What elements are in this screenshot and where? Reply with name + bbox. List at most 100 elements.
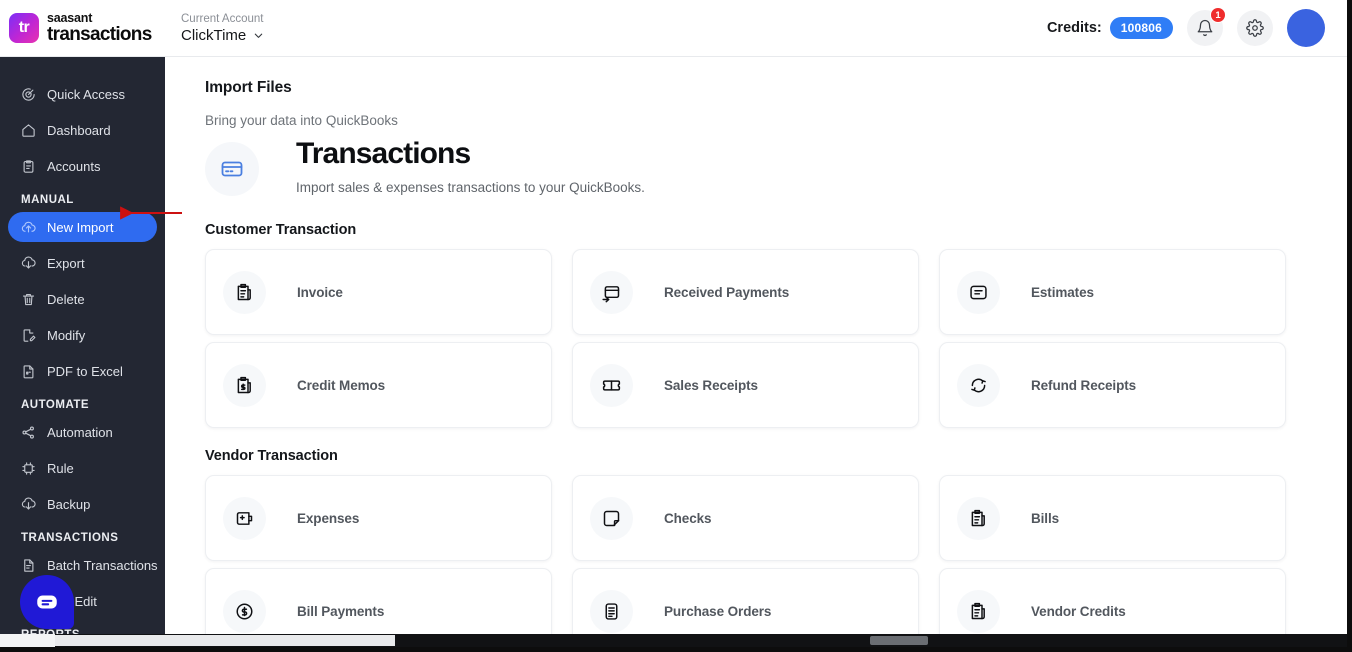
brand-name-line1: saasant [47, 10, 93, 25]
brand-logo[interactable]: tr saasant transactions [0, 12, 172, 45]
card-bills[interactable]: Bills [939, 475, 1286, 561]
credit-card-icon [221, 161, 243, 177]
current-account-selector[interactable]: Current Account ClickTime [181, 12, 264, 44]
sidebar-item-export[interactable]: Export [8, 248, 157, 278]
card-expenses[interactable]: Expenses [205, 475, 552, 561]
home-icon [22, 123, 35, 137]
bill-clipboard-icon [957, 496, 1000, 540]
sidebar-item-accounts[interactable]: Accounts [8, 151, 157, 181]
sidebar-label: Delete [47, 291, 85, 307]
brand-name-line2: transactions [47, 24, 152, 46]
sidebar-label: Backup [47, 496, 91, 512]
ticket-icon [590, 363, 633, 407]
credit-memo-icon [223, 363, 266, 407]
header-actions: Credits: 100806 1 [1047, 7, 1347, 47]
sidebar-label: New Import [47, 219, 114, 235]
sidebar-item-delete[interactable]: Delete [8, 284, 157, 314]
download-cloud-icon [21, 255, 36, 269]
card-label: Bills [1031, 510, 1060, 526]
card-label: Estimates [1031, 284, 1094, 300]
sidebar-item-quick-access[interactable]: Quick Access [8, 79, 157, 109]
scrollbar-left-cap [0, 634, 55, 647]
sidebar-label: Modify [47, 327, 86, 343]
estimate-doc-icon [957, 270, 1000, 314]
sidebar-label: Rule [47, 460, 74, 476]
payment-card-icon [590, 270, 633, 314]
card-label: Bill Payments [297, 603, 385, 619]
card-label: Vendor Credits [1031, 603, 1126, 619]
clipboard-icon [23, 159, 34, 173]
notifications-button[interactable]: 1 [1187, 7, 1226, 46]
sidebar-item-modify[interactable]: Modify [8, 320, 157, 350]
card-credit-memos[interactable]: Credit Memos [205, 342, 552, 428]
sidebar-section-automate: AUTOMATE [21, 399, 90, 411]
current-account-label: Current Account [181, 13, 264, 25]
section-title-customer: Customer Transaction [205, 222, 357, 238]
sidebar-item-new-import[interactable]: New Import [8, 212, 157, 242]
settings-button[interactable] [1237, 10, 1273, 46]
vendor-credit-icon [957, 589, 1000, 633]
hero-icon-wrap [205, 142, 259, 196]
sidebar-item-backup[interactable]: Backup [8, 489, 157, 519]
backup-cloud-icon [21, 496, 36, 510]
sidebar-item-batch-transactions[interactable]: Batch Transactions [8, 550, 158, 580]
card-label: Sales Receipts [664, 377, 758, 393]
brand-wordmark: saasant transactions [47, 12, 152, 45]
user-avatar[interactable] [1287, 9, 1325, 47]
card-label: Invoice [297, 284, 343, 300]
scrollbar-track[interactable] [55, 635, 395, 646]
purchase-doc-icon [590, 589, 633, 633]
wallet-plus-icon [223, 496, 266, 540]
pdf-file-icon [23, 364, 34, 378]
card-label: Checks [664, 510, 712, 526]
hero-description: Import sales & expenses transactions to … [296, 180, 645, 195]
card-label: Expenses [297, 510, 360, 526]
trash-icon [22, 293, 35, 305]
horizontal-scrollbar[interactable] [0, 634, 1347, 647]
card-sales-receipts[interactable]: Sales Receipts [572, 342, 919, 428]
card-label: Received Payments [664, 284, 790, 300]
hero-title: Transactions [296, 137, 471, 170]
sidebar-nav: Quick Access Dashboard Accounts MANUAL N… [0, 57, 165, 652]
card-refund-receipts[interactable]: Refund Receipts [939, 342, 1286, 428]
bell-icon [1197, 19, 1213, 37]
sidebar-label: Accounts [47, 158, 101, 174]
card-checks[interactable]: Checks [572, 475, 919, 561]
current-account-name: ClickTime [181, 27, 247, 44]
notification-count-badge: 1 [1210, 7, 1226, 23]
page-subtitle: Bring your data into QuickBooks [205, 113, 398, 128]
file-edit-icon [23, 328, 36, 342]
card-estimates[interactable]: Estimates [939, 249, 1286, 335]
vendor-transaction-grid: Expenses Checks Bills Bill Payments Purc… [205, 475, 1347, 647]
sidebar-label: Quick Access [47, 86, 126, 102]
hero-banner: Transactions Import sales & expenses tra… [205, 136, 1347, 196]
sidebar-item-dashboard[interactable]: Dashboard [8, 115, 157, 145]
credits-count-badge[interactable]: 100806 [1109, 17, 1173, 39]
main-content: Import Files Bring your data into QuickB… [166, 57, 1347, 647]
sidebar-label: Automation [47, 424, 113, 440]
invoice-clipboard-icon [223, 270, 266, 314]
sidebar-section-manual: MANUAL [21, 194, 74, 206]
sidebar-label: PDF to Excel [47, 363, 123, 379]
chevron-down-icon[interactable] [253, 30, 264, 41]
saasant-logo-icon: tr [9, 13, 39, 43]
card-invoice[interactable]: Invoice [205, 249, 552, 335]
card-label: Refund Receipts [1031, 377, 1137, 393]
card-label: Purchase Orders [664, 603, 772, 619]
target-icon [22, 87, 35, 101]
sidebar-item-reports[interactable]: Reports [8, 647, 157, 652]
scrollbar-thumb[interactable] [870, 636, 928, 645]
sidebar-item-automation[interactable]: Automation [8, 417, 157, 447]
sidebar-section-transactions: TRANSACTIONS [21, 532, 119, 544]
sidebar-label: Batch Transactions [47, 557, 158, 573]
section-title-vendor: Vendor Transaction [205, 448, 338, 464]
chat-support-button[interactable] [20, 575, 74, 629]
credits-display: Credits: 100806 [1047, 17, 1173, 39]
sidebar-item-rule[interactable]: Rule [8, 453, 157, 483]
card-received-payments[interactable]: Received Payments [572, 249, 919, 335]
gear-icon [1246, 19, 1264, 37]
page-title: Import Files [205, 79, 292, 96]
chat-bubble-icon [37, 595, 57, 609]
sidebar-item-pdf-to-excel[interactable]: PDF to Excel [8, 356, 157, 386]
refund-loop-icon [957, 363, 1000, 407]
